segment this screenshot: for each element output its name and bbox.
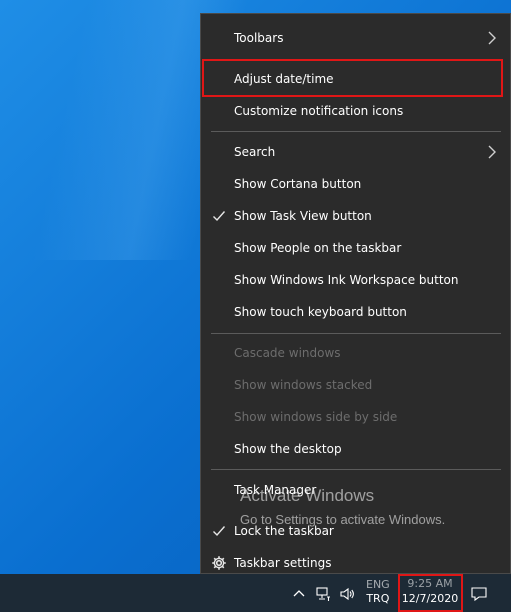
menu-item-label: Show Cortana button bbox=[234, 177, 362, 191]
menu-item-show-people[interactable]: Show People on the taskbar bbox=[201, 233, 510, 263]
chevron-up-icon[interactable] bbox=[291, 586, 307, 602]
menu-item-task-manager[interactable]: Task Manager bbox=[201, 475, 510, 505]
chevron-right-icon bbox=[488, 31, 496, 45]
menu-item-lock-the-taskbar[interactable]: Lock the taskbar bbox=[201, 516, 510, 546]
menu-item-show-windows-ink[interactable]: Show Windows Ink Workspace button bbox=[201, 265, 510, 295]
language-code: ENG bbox=[366, 578, 390, 591]
menu-item-label: Show People on the taskbar bbox=[234, 241, 402, 255]
menu-item-show-windows-stacked: Show windows stacked bbox=[201, 370, 510, 400]
menu-item-label: Show the desktop bbox=[234, 442, 342, 456]
menu-item-show-cortana-button[interactable]: Show Cortana button bbox=[201, 169, 510, 199]
menu-item-toolbars[interactable]: Toolbars bbox=[201, 23, 510, 53]
menu-item-label: Show windows stacked bbox=[234, 378, 373, 392]
menu-item-cascade-windows: Cascade windows bbox=[201, 338, 510, 368]
menu-item-show-touch-keyboard[interactable]: Show touch keyboard button bbox=[201, 297, 510, 327]
checkmark-icon bbox=[213, 526, 226, 537]
menu-item-label: Toolbars bbox=[234, 31, 284, 45]
menu-item-show-the-desktop[interactable]: Show the desktop bbox=[201, 434, 510, 464]
menu-item-label: Cascade windows bbox=[234, 346, 341, 360]
highlight-box-clock bbox=[398, 574, 463, 612]
chevron-right-icon bbox=[488, 145, 496, 159]
menu-item-show-task-view-button[interactable]: Show Task View button bbox=[201, 201, 510, 231]
highlight-box-adjust-date-time bbox=[202, 59, 503, 97]
keyboard-layout-code: TRQ bbox=[366, 592, 390, 605]
checkmark-icon bbox=[213, 211, 226, 222]
network-icon[interactable] bbox=[315, 586, 331, 602]
gear-icon bbox=[212, 556, 226, 570]
input-language-indicator[interactable]: ENG TRQ bbox=[366, 578, 390, 606]
volume-icon[interactable] bbox=[339, 586, 355, 602]
menu-item-label: Show windows side by side bbox=[234, 410, 398, 424]
menu-separator bbox=[211, 333, 501, 334]
menu-item-show-windows-side-by-side: Show windows side by side bbox=[201, 402, 510, 432]
menu-separator bbox=[211, 469, 501, 470]
menu-item-label: Search bbox=[234, 145, 276, 159]
menu-item-label: Lock the taskbar bbox=[234, 524, 334, 538]
menu-item-search[interactable]: Search bbox=[201, 137, 510, 167]
notification-icon[interactable] bbox=[470, 586, 488, 602]
menu-item-customize-notification-icons[interactable]: Customize notification icons bbox=[201, 96, 510, 126]
menu-item-label: Customize notification icons bbox=[234, 104, 404, 118]
menu-item-label: Task Manager bbox=[234, 483, 317, 497]
menu-separator bbox=[211, 131, 501, 132]
menu-item-label: Show Task View button bbox=[234, 209, 372, 223]
taskbar-context-menu: Toolbars Adjust date/time Customize noti… bbox=[200, 13, 511, 574]
menu-item-label: Show touch keyboard button bbox=[234, 305, 407, 319]
menu-item-label: Show Windows Ink Workspace button bbox=[234, 273, 459, 287]
